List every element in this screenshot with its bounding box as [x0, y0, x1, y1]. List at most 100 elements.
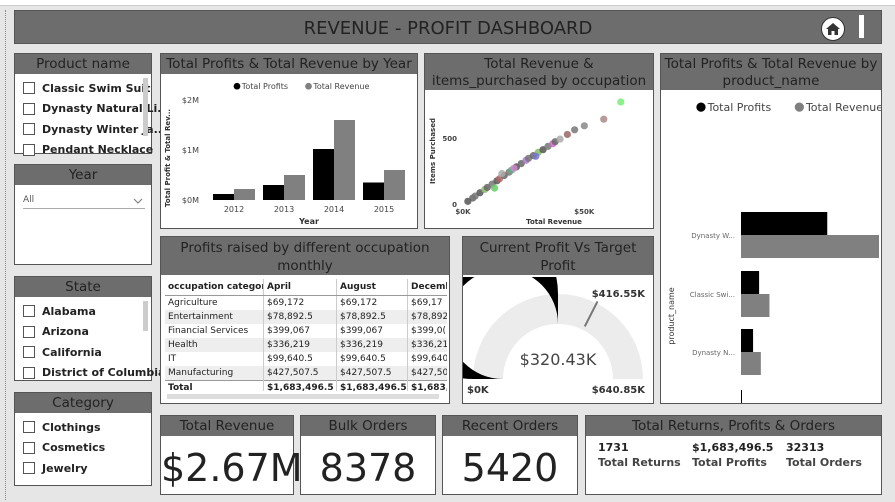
scatter-title: Total Revenue & items_purchased by occup… [425, 54, 653, 90]
panel-toggle-icon[interactable] [859, 15, 864, 38]
matrix-horizontal-scrollbar[interactable] [167, 394, 439, 399]
matrix-cell: $78,892.5 [263, 310, 337, 324]
bar-profit[interactable] [741, 390, 742, 403]
matrix-cell: $336,219 [263, 338, 337, 352]
checkbox[interactable] [23, 123, 35, 136]
bar-revenue[interactable] [234, 189, 255, 200]
matrix-cell: $336,219 [336, 338, 408, 352]
bar-revenue[interactable] [741, 352, 761, 375]
product-slicer-scrollbar[interactable] [143, 78, 148, 136]
gauge-panel: Current Profit Vs Target Profit $320.43K… [462, 236, 654, 404]
bar-revenue[interactable] [334, 120, 355, 200]
bar-revenue[interactable] [384, 170, 405, 200]
checkbox[interactable] [23, 305, 35, 318]
recent-orders-card: Recent Orders 5420 [442, 415, 578, 495]
state-option[interactable]: California [23, 342, 165, 363]
state-option-label: California [42, 345, 102, 359]
state-slicer-title: State [15, 277, 151, 297]
y-axis-label: Items Purchased [429, 118, 437, 184]
matrix-cell: Manufacturing [165, 366, 264, 381]
profits-item-label: Total Profits [692, 456, 767, 469]
product-chart: Total Profits Total Revenue Dynasty W... Cl… [667, 101, 881, 403]
scatter-point[interactable] [490, 184, 499, 192]
scatter-point[interactable] [556, 135, 564, 143]
checkbox[interactable] [23, 441, 35, 454]
product-slicer: Product name Classic Swim Suit Dynasty Na… [14, 53, 170, 156]
matrix-table: occupation categoryAprilAugustDecember Ag… [165, 279, 447, 391]
bar-profit[interactable] [741, 329, 754, 352]
state-slicer: State Alabama Arizona California District o… [14, 276, 165, 381]
category-label: Dynasty N... [692, 349, 735, 357]
matrix-cell: $399,067 [263, 324, 337, 338]
year-chart-panel: Total Profits & Total Revenue by Year To… [160, 53, 418, 229]
matrix-cell: $336,219 [406, 338, 447, 352]
scatter-point[interactable] [498, 169, 506, 178]
matrix-cell: $69,172 [263, 295, 337, 310]
matrix-cell: Agriculture [168, 298, 218, 308]
product-option[interactable]: Pendant Necklace [23, 140, 170, 161]
matrix-cell: Health [165, 338, 264, 352]
state-slicer-scrollbar[interactable] [143, 301, 148, 331]
x-tick-label: $0K [455, 208, 471, 216]
category-option[interactable]: Jewelry [23, 458, 105, 479]
matrix-column-header[interactable]: April [263, 279, 337, 296]
scatter-point[interactable] [600, 115, 608, 123]
bulk-orders-value: 8378 [319, 446, 417, 490]
bar-revenue[interactable] [284, 175, 305, 200]
dashboard-title: REVENUE - PROFIT DASHBOARD [303, 18, 593, 39]
y-tick-label: 0 [452, 201, 457, 209]
year-dropdown-value: All [23, 195, 35, 205]
orders-item-label: Total Orders [786, 456, 862, 469]
checkbox[interactable] [23, 325, 35, 338]
checkbox[interactable] [23, 102, 35, 115]
checkbox[interactable] [23, 462, 35, 475]
home-icon [826, 23, 840, 35]
scatter-point[interactable] [617, 98, 625, 106]
category-option[interactable]: Cosmetics [23, 438, 105, 459]
checkbox[interactable] [23, 143, 35, 156]
bar-profit[interactable] [313, 149, 334, 200]
table-row: Financial Services $399,067 $399,067 $399,0… [165, 324, 447, 338]
matrix-cell: $1,683,496 [406, 380, 447, 391]
matrix-cell: $99,640 [406, 352, 447, 366]
matrix-column-header[interactable]: occupation category [165, 279, 264, 296]
category-slicer-title: Category [15, 393, 151, 413]
product-option-label: Dynasty Natural Li... [42, 102, 170, 116]
bar-profit[interactable] [741, 271, 760, 294]
checkbox[interactable] [23, 421, 35, 434]
checkbox[interactable] [23, 366, 35, 379]
matrix-cell: $99,640.5 [336, 352, 408, 366]
matrix-cell: $399,067 [336, 324, 408, 338]
product-chart-title: Total Profits & Total Revenue by product… [661, 54, 881, 90]
state-option-label: District of Columbia [42, 366, 166, 380]
bar-revenue[interactable] [741, 294, 770, 317]
bar-profit[interactable] [363, 182, 384, 201]
scatter-point[interactable] [580, 122, 588, 130]
checkbox[interactable] [23, 82, 35, 95]
scatter-point[interactable] [510, 164, 518, 172]
bar-profit[interactable] [213, 194, 234, 200]
scatter-point[interactable] [532, 152, 540, 160]
matrix-cell: $427,507.5 [263, 366, 337, 381]
product-chart-panel: Total Profits & Total Revenue by product… [660, 53, 882, 404]
state-option-label: Arizona [42, 325, 89, 339]
returns-card-title: Total Returns, Profits & Orders [586, 416, 881, 436]
scatter-point[interactable] [571, 126, 579, 134]
category-option[interactable]: Clothings [23, 417, 105, 438]
year-dropdown[interactable]: All [23, 195, 145, 209]
returns-profits-orders-card: Total Returns, Profits & Orders 1731 Tot… [585, 415, 882, 495]
checkbox[interactable] [23, 346, 35, 359]
scatter-point[interactable] [563, 130, 571, 139]
bar-profit[interactable] [263, 185, 284, 200]
gauge-title: Current Profit Vs Target Profit [463, 237, 653, 275]
bar-profit[interactable] [741, 212, 828, 235]
home-button[interactable] [821, 17, 845, 41]
state-option[interactable]: District of Columbia [23, 363, 165, 384]
matrix-cell: $78,892.5 [336, 310, 408, 324]
bar-revenue[interactable] [741, 235, 879, 258]
x-tick-label: 2013 [274, 205, 294, 214]
bulk-orders-title: Bulk Orders [301, 416, 435, 436]
matrix-column-header[interactable]: December [406, 279, 447, 296]
category-label: Classic Swi... [690, 291, 735, 299]
matrix-column-header[interactable]: August [336, 279, 408, 296]
